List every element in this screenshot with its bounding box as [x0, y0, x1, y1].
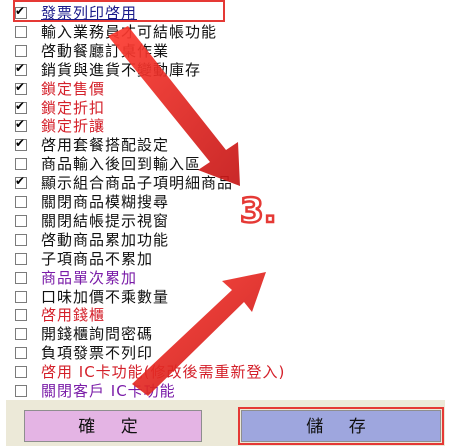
option-checkbox[interactable] — [15, 252, 27, 265]
option-checkbox[interactable] — [15, 290, 27, 303]
settings-panel: 發票列印啓用輸入業務員才可結帳功能啓動餐廳訂桌作業銷貨與進貨不變動庫存鎖定售價鎖… — [6, 0, 445, 446]
option-checkbox[interactable] — [15, 99, 27, 114]
option-checkbox[interactable] — [15, 233, 27, 246]
option-checkbox[interactable] — [15, 174, 27, 190]
option-checkbox[interactable] — [15, 117, 27, 133]
option-checkbox[interactable] — [15, 136, 27, 152]
option-checkbox[interactable] — [15, 61, 27, 76]
option-checkbox[interactable] — [15, 25, 27, 38]
option-checkbox[interactable] — [15, 196, 27, 208]
option-checkbox[interactable] — [15, 328, 27, 341]
option-row[interactable]: 關閉客戶 IC卡功能 — [6, 380, 436, 402]
option-checkbox[interactable] — [15, 347, 27, 360]
save-button[interactable]: 儲 存 — [238, 407, 444, 445]
option-checkbox[interactable] — [15, 158, 27, 171]
annotation-highlight-box — [13, 0, 225, 22]
option-checkbox[interactable] — [15, 309, 27, 322]
option-checkbox[interactable] — [15, 271, 27, 284]
confirm-button[interactable]: 確 定 — [24, 410, 202, 442]
option-checkbox[interactable] — [15, 44, 27, 57]
option-checkbox[interactable] — [15, 366, 27, 379]
option-checkbox[interactable] — [15, 385, 27, 397]
option-label: 關閉客戶 IC卡功能 — [41, 382, 176, 400]
button-bar: 確 定 儲 存 — [6, 400, 445, 446]
option-checkbox[interactable] — [15, 80, 27, 95]
option-checkbox[interactable] — [15, 214, 27, 227]
